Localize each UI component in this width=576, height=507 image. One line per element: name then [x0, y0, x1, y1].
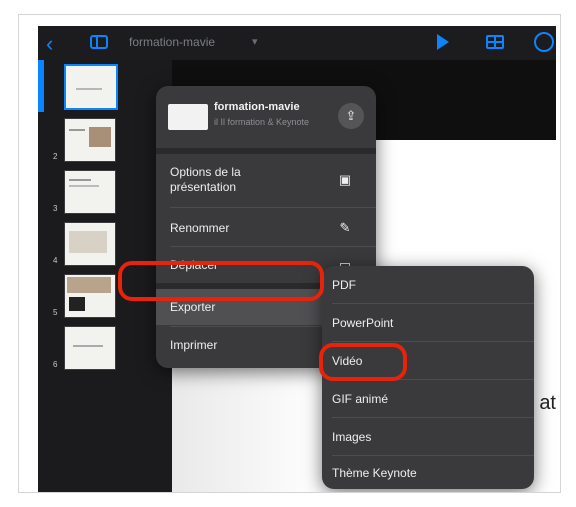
menu-item-presentation-options[interactable]: Options de la présentation ▣ [156, 156, 376, 204]
export-option-label: GIF animé [332, 392, 389, 406]
export-option-gif[interactable]: GIF animé [322, 380, 534, 417]
export-option-label: PDF [332, 278, 356, 292]
chevron-left-icon[interactable]: ‹ [46, 31, 53, 57]
clock-icon[interactable] [534, 32, 554, 52]
menu-separator [156, 148, 376, 154]
menu-item-rename[interactable]: Renommer ✎ [156, 210, 376, 246]
document-title[interactable]: formation-mavie [129, 35, 215, 49]
selected-slide-indicator [38, 60, 44, 112]
document-thumbnail [168, 104, 208, 130]
menu-item-label: Imprimer [170, 338, 218, 352]
menu-document-name: formation-mavie [214, 101, 300, 113]
menu-document-subtitle: il Il formation & Keynote [214, 117, 310, 127]
chevron-down-icon[interactable]: ▾ [252, 35, 258, 48]
slide-thumbnail-4[interactable] [64, 222, 116, 266]
pencil-icon: ✎ [339, 220, 351, 235]
sidebar-toggle-icon[interactable] [90, 35, 108, 49]
export-option-images[interactable]: Images [322, 418, 534, 455]
slide-thumbnail-5[interactable] [64, 274, 116, 318]
table-icon[interactable] [486, 35, 504, 49]
share-icon[interactable]: ⇪ [338, 103, 364, 129]
top-toolbar: ‹ formation-mavie ▾ [38, 26, 556, 60]
keynote-app-window: ‹ formation-mavie ▾ 2 3 4 5 6 at formati… [38, 26, 556, 492]
export-option-label: PowerPoint [332, 316, 394, 330]
annotation-highlight-video [319, 343, 407, 381]
slide-number: 2 [53, 152, 58, 161]
slide-number: 4 [53, 256, 58, 265]
slide-number: 6 [53, 360, 58, 369]
slide-number: 3 [53, 204, 58, 213]
slide-thumbnail-6[interactable] [64, 326, 116, 370]
menu-header: formation-mavie il Il formation & Keynot… [156, 86, 376, 148]
export-option-label: Thème Keynote [332, 466, 417, 480]
play-icon[interactable] [437, 34, 449, 50]
slide-number: 5 [53, 308, 58, 317]
slide-thumbnail-1[interactable] [64, 64, 118, 110]
export-option-label: Images [332, 430, 372, 444]
slide-thumbnail-2[interactable] [64, 118, 116, 162]
menu-divider [170, 207, 376, 208]
export-option-powerpoint[interactable]: PowerPoint [322, 304, 534, 341]
annotation-highlight-export [118, 261, 324, 301]
slide-text: at [539, 392, 556, 414]
export-option-pdf[interactable]: PDF [322, 266, 534, 303]
slide-thumbnail-3[interactable] [64, 170, 116, 214]
export-option-keynote-theme[interactable]: Thème Keynote [322, 456, 534, 489]
presentation-options-icon: ▣ [338, 172, 352, 187]
menu-item-label: Renommer [170, 221, 230, 235]
menu-item-label: Options de la présentation [170, 165, 241, 194]
menu-item-label: Exporter [170, 300, 216, 314]
